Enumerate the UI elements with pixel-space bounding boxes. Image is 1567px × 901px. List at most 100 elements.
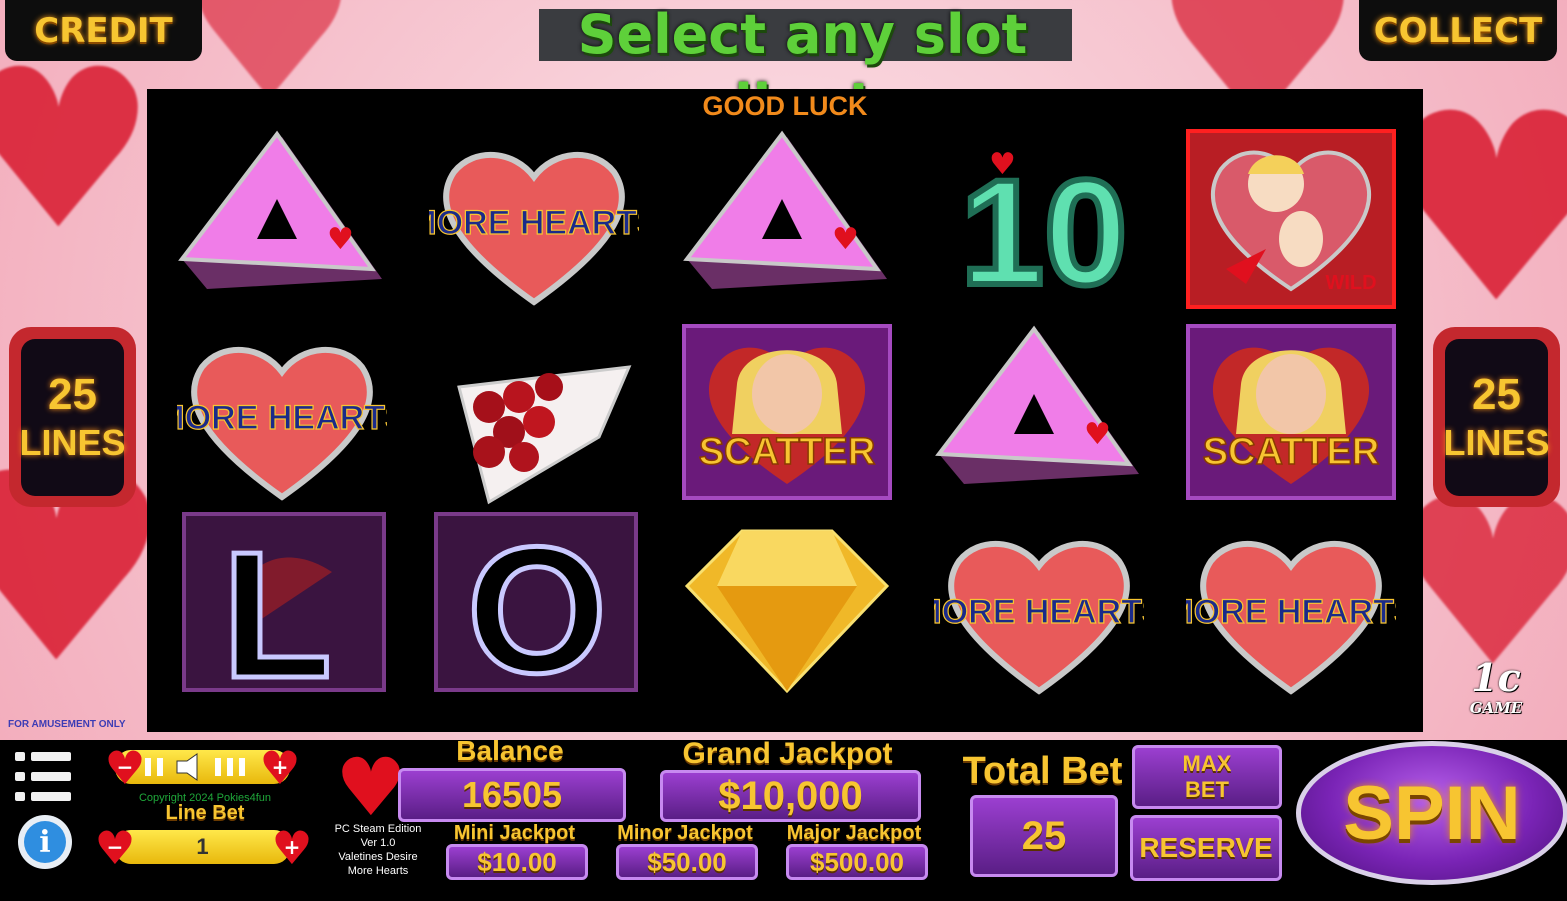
total-bet-value: 25: [970, 795, 1118, 877]
mini-jackpot-label: Mini Jackpot: [453, 822, 576, 844]
more-hearts-label: MORE HEARTS: [429, 204, 639, 242]
edition-line: Valetines Desire: [338, 851, 418, 863]
symbol-scatter: SCATTER: [1186, 324, 1396, 504]
right-lines-panel: 25 LINES: [1433, 327, 1560, 507]
letter-o-label: O: [467, 512, 607, 692]
grand-jackpot-label: Grand Jackpot: [682, 737, 893, 770]
brand-logo-bottom: GAME: [1469, 699, 1523, 717]
lines-label: LINES: [1443, 422, 1550, 463]
svg-text:♥: ♥: [832, 222, 859, 257]
letter-a-icon: ♥: [178, 130, 382, 289]
max-bet-line2: BET: [1185, 777, 1229, 802]
letter-a-icon: ♥: [935, 325, 1139, 484]
edition-line: More Hearts: [347, 865, 409, 877]
volume-up-button[interactable]: ♥ +: [258, 745, 302, 791]
credit-button[interactable]: CREDIT: [5, 0, 202, 61]
line-bet-down-button[interactable]: ♥ −: [93, 825, 137, 871]
volume-down-button[interactable]: ♥ −: [103, 745, 147, 791]
svg-text:♥: ♥: [1084, 417, 1111, 452]
menu-line: [31, 752, 71, 761]
heart-icon: MORE HEARTS: [1186, 540, 1396, 695]
info-icon: i: [24, 821, 66, 863]
amusement-notice: FOR AMUSEMENT ONLY: [8, 719, 126, 730]
background-heart-icon: ♥: [0, 22, 158, 278]
mini-jackpot-value: $10.00: [446, 844, 588, 880]
major-jackpot-label: Major Jackpot: [786, 822, 922, 844]
collect-button[interactable]: COLLECT: [1359, 0, 1557, 61]
ten-label: 10: [961, 148, 1128, 309]
letter-a-icon: ♥: [683, 130, 887, 289]
heart-icon: MORE HEARTS: [934, 540, 1144, 695]
scatter-girl-icon: SCATTER: [1186, 324, 1396, 500]
menu-line: [31, 792, 71, 801]
brand-logo: 1c GAME: [1448, 657, 1544, 727]
max-bet-button[interactable]: MAX BET: [1132, 745, 1282, 809]
diamond-icon: [684, 529, 890, 694]
minus-icon: −: [106, 835, 124, 859]
menu-dot: [15, 792, 25, 801]
balance-label: Balance: [456, 735, 564, 766]
reel-area[interactable]: GOOD LUCK ♥ MORE HEARTS ♥ 10 ♥: [147, 89, 1423, 732]
line-bet-bar: 1: [115, 830, 290, 864]
max-bet-line1: MAX: [1182, 751, 1232, 776]
symbol-letter-a: ♥: [934, 324, 1144, 504]
heart-icon: MORE HEARTS: [177, 346, 387, 501]
plus-icon: +: [271, 755, 289, 779]
menu-dot: [15, 752, 25, 761]
minor-jackpot-label: Minor Jackpot: [617, 822, 753, 844]
menu-dot: [15, 772, 25, 781]
menu-icon[interactable]: [15, 752, 71, 804]
symbol-wild-cupid: WILD: [1186, 129, 1396, 309]
symbol-more-hearts: MORE HEARTS: [934, 526, 1144, 706]
menu-line: [31, 772, 71, 781]
more-hearts-label: MORE HEARTS: [934, 593, 1144, 631]
letter-o-icon: O: [434, 512, 638, 692]
minus-icon: −: [116, 755, 134, 779]
scatter-label: SCATTER: [699, 431, 876, 473]
banner-message: Select any slot line!: [577, 3, 1028, 136]
brand-logo-top: 1c: [1471, 655, 1521, 700]
symbol-roses: [429, 327, 639, 507]
total-bet-label: Total Bet: [962, 750, 1123, 792]
heart-icon: MORE HEARTS: [429, 151, 639, 306]
symbol-more-hearts: MORE HEARTS: [429, 137, 639, 317]
symbol-letter-a: ♥: [682, 129, 892, 309]
major-jackpot-value: $500.00: [786, 844, 928, 880]
scatter-girl-icon: SCATTER: [682, 324, 892, 500]
symbol-more-hearts: MORE HEARTS: [177, 332, 387, 512]
more-hearts-label: MORE HEARTS: [177, 399, 387, 437]
left-lines-panel: 25 LINES: [9, 327, 136, 507]
wild-label: WILD: [1325, 272, 1376, 294]
svg-text:♥: ♥: [327, 222, 354, 257]
svg-text:♥: ♥: [989, 147, 1016, 182]
letter-l-icon: L: [182, 512, 386, 692]
edition-line: PC Steam Edition: [334, 823, 422, 835]
symbol-more-hearts: MORE HEARTS: [1186, 526, 1396, 706]
symbol-diamond: [682, 521, 892, 701]
ten-icon: 10 ♥: [958, 145, 1131, 309]
symbol-scatter: SCATTER: [682, 324, 892, 504]
lines-label: LINES: [19, 422, 126, 463]
edition-info: PC Steam Edition Ver 1.0 Valetines Desir…: [323, 822, 433, 878]
balance-value: 16505: [398, 768, 626, 822]
symbol-letter-l: L: [182, 512, 392, 692]
info-button[interactable]: i: [18, 815, 72, 869]
symbol-letter-o: O: [434, 512, 644, 692]
spin-button[interactable]: SPIN: [1296, 741, 1567, 885]
status-message: GOOD LUCK: [702, 91, 868, 121]
right-lines-display: 25 LINES: [1443, 338, 1550, 496]
minor-jackpot-value: $50.00: [616, 844, 758, 880]
line-bet-value: 1: [196, 834, 209, 859]
edition-line: Ver 1.0: [360, 837, 396, 849]
lines-count: 25: [1472, 370, 1521, 419]
reserve-button[interactable]: RESERVE: [1130, 815, 1282, 881]
letter-l-label: L: [222, 515, 332, 692]
symbol-ten: 10 ♥: [934, 129, 1144, 309]
roses-bouquet-icon: [457, 365, 632, 505]
cupid-icon: WILD: [1186, 129, 1396, 309]
spin-label: SPIN: [1343, 770, 1521, 856]
line-bet-up-button[interactable]: ♥ +: [270, 825, 314, 871]
more-hearts-label: MORE HEARTS: [1186, 593, 1396, 631]
balance-heart-icon: ♥: [335, 741, 407, 834]
grand-jackpot-value: $10,000: [660, 770, 921, 822]
